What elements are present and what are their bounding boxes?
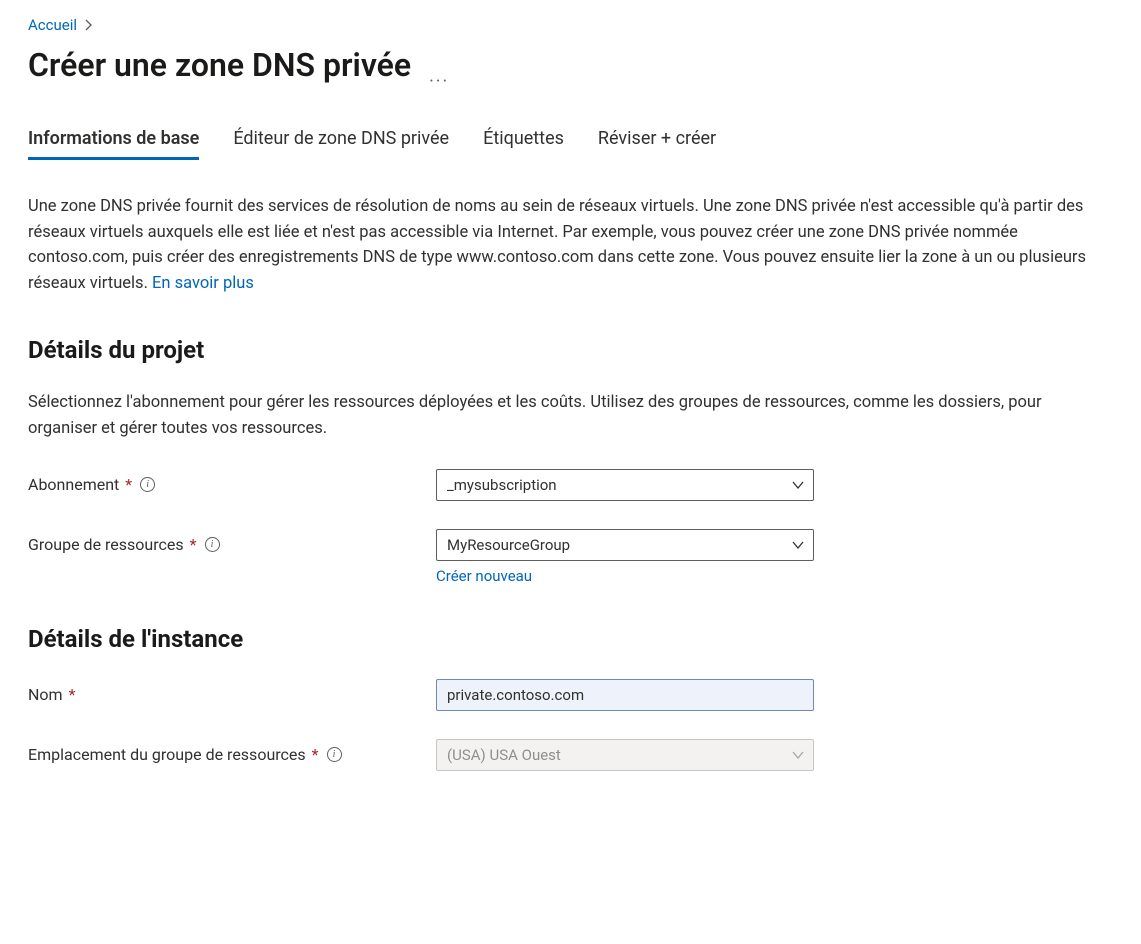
field-name: Nom * private.contoso.com bbox=[28, 679, 1113, 711]
name-input-value: private.contoso.com bbox=[447, 686, 584, 704]
location-label-text: Emplacement du groupe de ressources bbox=[28, 745, 306, 764]
more-actions-button[interactable]: ··· bbox=[429, 71, 449, 92]
tab-bar: Informations de base Éditeur de zone DNS… bbox=[28, 122, 1113, 160]
location-dropdown: (USA) USA Ouest bbox=[436, 739, 814, 771]
name-label: Nom * bbox=[28, 679, 436, 704]
chevron-down-icon bbox=[791, 538, 805, 552]
location-value: (USA) USA Ouest bbox=[447, 746, 561, 764]
project-section-heading: Détails du projet bbox=[28, 336, 1113, 364]
info-icon[interactable]: i bbox=[205, 537, 220, 552]
intro-text: Une zone DNS privée fournit des services… bbox=[28, 194, 1108, 296]
resource-group-label-text: Groupe de ressources bbox=[28, 535, 184, 554]
info-icon[interactable]: i bbox=[327, 747, 342, 762]
tab-basics[interactable]: Informations de base bbox=[28, 122, 199, 159]
instance-section-heading: Détails de l'instance bbox=[28, 625, 1113, 653]
field-resource-group: Groupe de ressources * i MyResourceGroup… bbox=[28, 529, 1113, 585]
tab-dns-editor[interactable]: Éditeur de zone DNS privée bbox=[233, 122, 449, 159]
subscription-value: _mysubscription bbox=[447, 476, 557, 494]
required-indicator: * bbox=[69, 685, 76, 704]
subscription-label-text: Abonnement bbox=[28, 475, 119, 494]
tab-tags[interactable]: Étiquettes bbox=[483, 122, 564, 159]
required-indicator: * bbox=[125, 475, 132, 494]
page-title: Créer une zone DNS privée bbox=[28, 46, 411, 84]
chevron-right-icon bbox=[83, 19, 95, 31]
location-label: Emplacement du groupe de ressources * i bbox=[28, 739, 436, 764]
resource-group-label: Groupe de ressources * i bbox=[28, 529, 436, 554]
learn-more-link[interactable]: En savoir plus bbox=[152, 274, 254, 293]
breadcrumb: Accueil bbox=[28, 16, 1113, 34]
resource-group-dropdown[interactable]: MyResourceGroup bbox=[436, 529, 814, 561]
field-subscription: Abonnement * i _mysubscription bbox=[28, 469, 1113, 501]
subscription-label: Abonnement * i bbox=[28, 469, 436, 494]
project-section-desc: Sélectionnez l'abonnement pour gérer les… bbox=[28, 390, 1108, 441]
chevron-down-icon bbox=[791, 748, 805, 762]
chevron-down-icon bbox=[791, 478, 805, 492]
breadcrumb-home[interactable]: Accueil bbox=[28, 16, 77, 34]
name-label-text: Nom bbox=[28, 685, 63, 704]
name-input[interactable]: private.contoso.com bbox=[436, 679, 814, 711]
resource-group-value: MyResourceGroup bbox=[447, 536, 570, 554]
required-indicator: * bbox=[312, 745, 319, 764]
tab-review-create[interactable]: Réviser + créer bbox=[598, 122, 716, 159]
create-new-resource-group-link[interactable]: Créer nouveau bbox=[436, 567, 814, 585]
info-icon[interactable]: i bbox=[140, 477, 155, 492]
required-indicator: * bbox=[190, 535, 197, 554]
field-location: Emplacement du groupe de ressources * i … bbox=[28, 739, 1113, 771]
page-title-row: Créer une zone DNS privée ··· bbox=[28, 40, 1113, 122]
subscription-dropdown[interactable]: _mysubscription bbox=[436, 469, 814, 501]
